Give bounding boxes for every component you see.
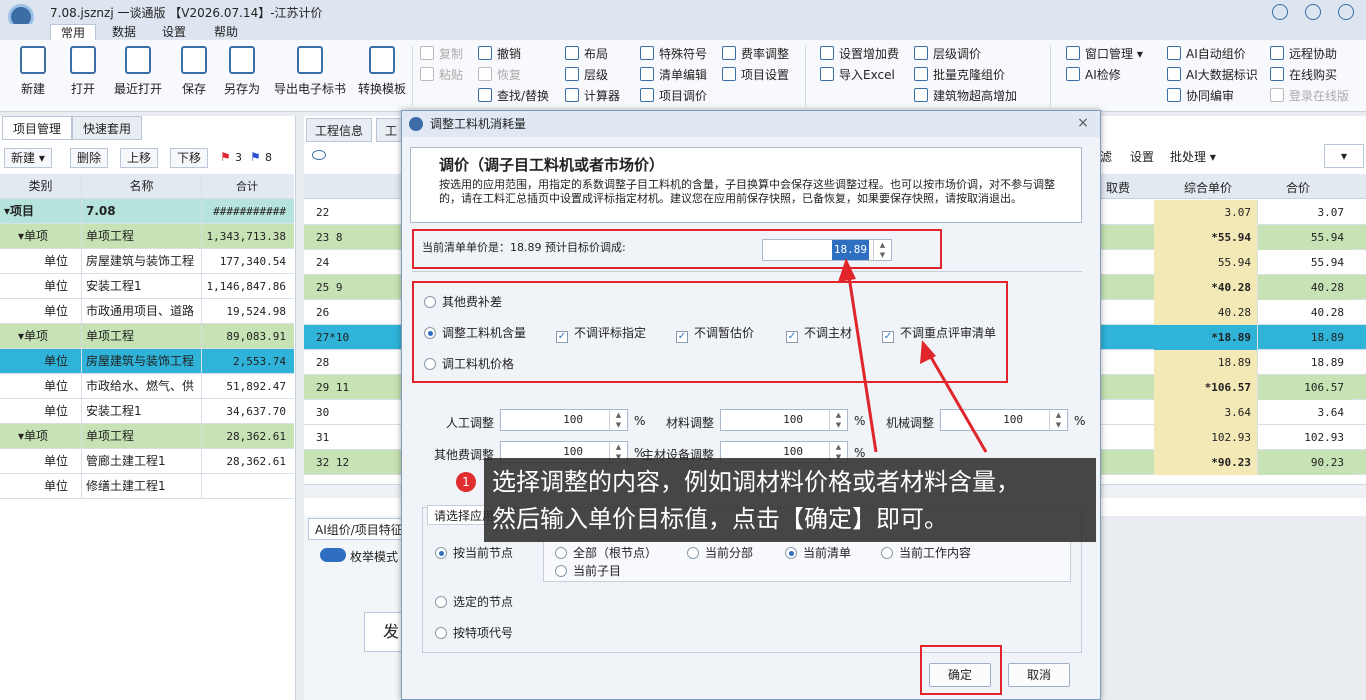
arrow-to-target-input bbox=[838, 258, 878, 453]
arrow-to-options bbox=[920, 340, 988, 453]
step-number-badge: 1 bbox=[456, 472, 476, 492]
annotation-arrows bbox=[838, 258, 988, 453]
tooltip-line-1: 选择调整的内容，例如调材料价格或者材料含量， bbox=[492, 468, 1020, 496]
instruction-tooltip: 选择调整的内容，例如调材料价格或者材料含量， 然后输入单价目标值，点击【确定】即… bbox=[484, 458, 1096, 542]
tooltip-line-2: 然后输入单价目标值，点击【确定】即可。 bbox=[492, 505, 948, 533]
